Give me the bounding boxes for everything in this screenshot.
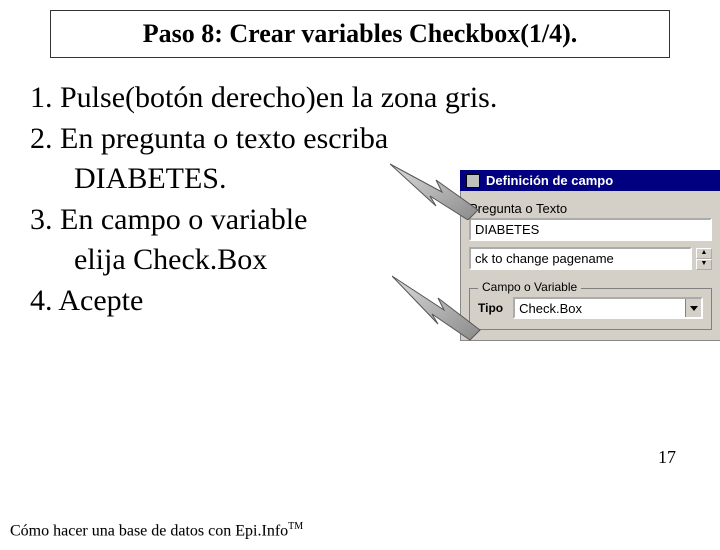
footer-text-a: Cómo hacer una base de datos con (10, 522, 235, 539)
dialog-titlebar: Definición de campo (460, 170, 720, 191)
footer-text-b: Epi.Info (235, 522, 288, 539)
tipo-combobox[interactable]: Check.Box (513, 297, 703, 319)
slide-footer: Cómo hacer una base de datos con Epi.Inf… (0, 513, 720, 550)
pagename-stepper[interactable]: ▲ ▼ (696, 248, 712, 270)
footer-caption: Cómo hacer una base de datos con Epi.Inf… (10, 521, 303, 540)
title-bar: Paso 8: Crear variables Checkbox(1/4). (50, 10, 670, 58)
dialog-icon (466, 174, 480, 188)
dialog-title-text: Definición de campo (486, 173, 613, 188)
question-input[interactable] (469, 218, 712, 241)
fieldset-legend: Campo o Variable (478, 280, 581, 294)
tipo-label: Tipo (478, 301, 503, 315)
field-variable-group: Campo o Variable Tipo Check.Box (469, 288, 712, 330)
step-2: 2. En pregunta o texto escriba (30, 119, 690, 160)
stepper-up-icon[interactable]: ▲ (696, 248, 712, 259)
dialog-body: Pregunta o Texto ▲ ▼ Campo o Variable Ti… (460, 191, 720, 341)
page-number: 17 (658, 447, 696, 498)
stepper-down-icon[interactable]: ▼ (696, 259, 712, 270)
step-1: 1. Pulse(botón derecho)en la zona gris. (30, 78, 690, 119)
question-label: Pregunta o Texto (469, 201, 712, 216)
tipo-value: Check.Box (515, 299, 685, 317)
pagename-input[interactable] (469, 247, 692, 270)
trademark-symbol: TM (288, 521, 303, 532)
pagename-row: ▲ ▼ (469, 247, 712, 270)
page-title: Paso 8: Crear variables Checkbox(1/4). (143, 19, 578, 48)
chevron-down-icon[interactable] (685, 299, 701, 317)
field-definition-dialog: Definición de campo Pregunta o Texto ▲ ▼… (460, 170, 720, 341)
